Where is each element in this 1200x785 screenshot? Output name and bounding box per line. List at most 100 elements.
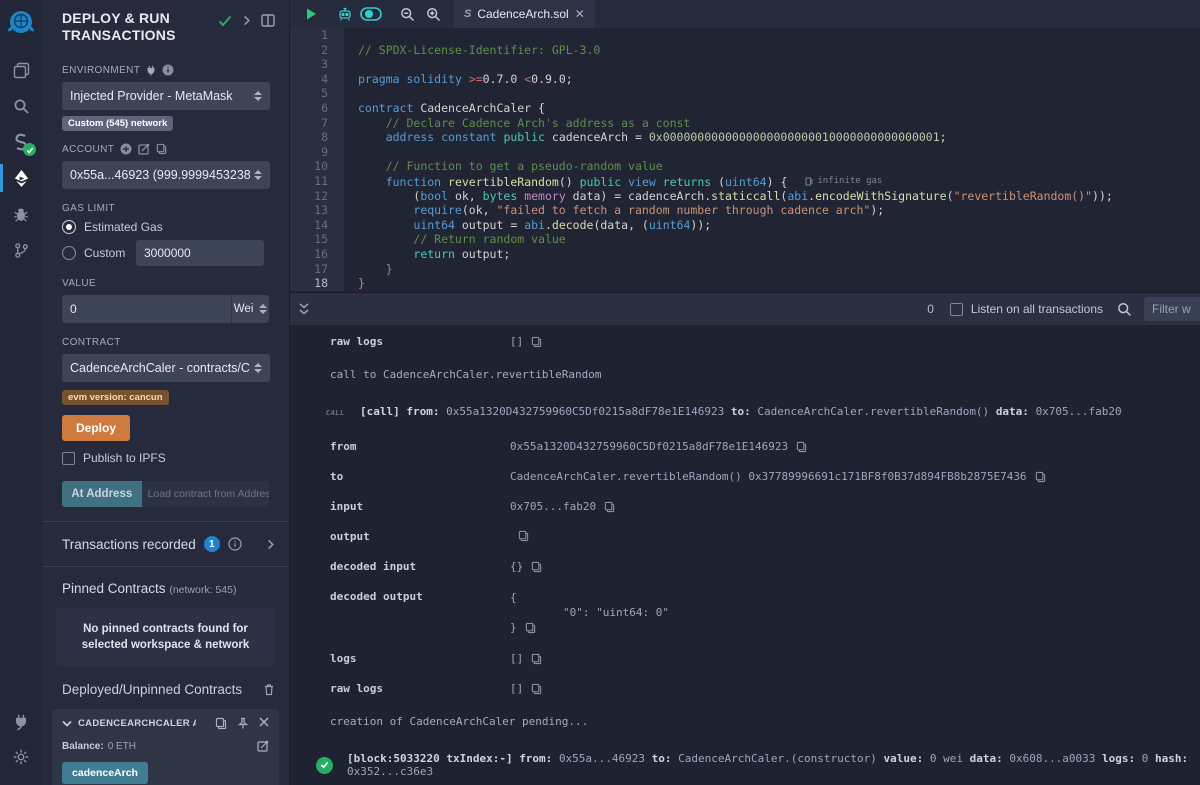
code-editor[interactable]: 12// SPDX-License-Identifier: GPL-3.034p… (290, 28, 1200, 292)
editor-line[interactable]: 11 function revertibleRandom() public vi… (290, 174, 1200, 189)
zoom-in-icon[interactable] (420, 0, 446, 28)
git-icon[interactable] (0, 232, 42, 268)
add-account-icon[interactable] (120, 143, 132, 155)
estimated-gas-option[interactable]: Estimated Gas (62, 220, 269, 234)
collapse-chevron-icon[interactable] (62, 720, 72, 727)
solidity-compiler-icon[interactable] (0, 124, 42, 160)
deploy-button[interactable]: Deploy (62, 415, 130, 441)
editor-line[interactable]: 9 (290, 145, 1200, 160)
copy-icon[interactable] (525, 622, 536, 634)
evm-version-badge: evm version: cancun (62, 390, 169, 405)
terminal-key: to (330, 470, 510, 483)
editor-line[interactable]: 10 // Function to get a pseudo-random va… (290, 159, 1200, 174)
copy-icon[interactable] (531, 561, 542, 573)
environment-value: Injected Provider - MetaMask (70, 89, 250, 103)
at-address-input[interactable]: Load contract from Addres (142, 481, 269, 507)
custom-gas-radio[interactable] (62, 246, 76, 260)
terminal-call-row[interactable]: CALL[call] from: 0x55a1320D432759960C5Df… (290, 405, 1200, 418)
sign-message-icon[interactable] (138, 143, 150, 155)
terminal-filter-input[interactable]: Filter w (1144, 297, 1200, 321)
editor-line[interactable]: 2// SPDX-License-Identifier: GPL-3.0 (290, 43, 1200, 58)
editor-line[interactable]: 17 } (290, 262, 1200, 277)
contract-select[interactable]: CadenceArchCaler - contracts/Cac (62, 354, 270, 382)
editor-line[interactable]: 13 require(ok, "failed to fetch a random… (290, 203, 1200, 218)
zoom-out-icon[interactable] (394, 0, 420, 28)
remove-contract-icon[interactable] (259, 717, 269, 730)
environment-info-icon[interactable] (162, 64, 174, 76)
search-icon[interactable] (0, 88, 42, 124)
publish-ipfs-option[interactable]: Publish to IPFS (62, 451, 269, 465)
editor-line[interactable]: 12 (bool ok, bytes memory data) = cadenc… (290, 189, 1200, 204)
chevron-updown-icon (259, 304, 267, 314)
listen-all-checkbox[interactable] (950, 303, 963, 316)
custom-gas-input[interactable]: 3000000 (136, 240, 264, 266)
copy-icon[interactable] (531, 336, 542, 348)
transactions-expand-icon[interactable] (266, 539, 275, 550)
estimated-gas-radio[interactable] (62, 220, 76, 234)
settings-gear-icon[interactable] (0, 739, 42, 775)
file-explorer-icon[interactable] (0, 52, 42, 88)
at-address-button[interactable]: At Address (62, 481, 142, 507)
editor-line[interactable]: 4pragma solidity >=0.7.0 <0.9.0; (290, 72, 1200, 87)
copy-icon[interactable] (531, 653, 542, 665)
editor-line[interactable]: 14 uint64 output = abi.decode(data, (uin… (290, 218, 1200, 233)
balance-label: Balance: (62, 741, 104, 752)
plug-icon[interactable] (146, 65, 156, 76)
cadencearch-function-button[interactable]: cadenceArch (62, 762, 148, 784)
editor-line[interactable]: 3 (290, 57, 1200, 72)
debugger-icon[interactable] (0, 196, 42, 232)
clear-deployed-icon[interactable] (263, 683, 275, 696)
gas-limit-label: GAS LIMIT (62, 203, 269, 214)
publish-ipfs-checkbox[interactable] (62, 452, 75, 465)
tab-close-icon[interactable]: ✕ (575, 7, 585, 21)
terminal-value: [] (510, 652, 542, 665)
editor-line[interactable]: 6contract CadenceArchCaler { (290, 101, 1200, 116)
line-number: 14 (290, 218, 344, 233)
copy-address-icon[interactable] (215, 717, 227, 730)
value-input[interactable]: 0 (62, 295, 231, 323)
infinite-gas-badge: infinite gas (805, 174, 882, 189)
call-summary: [call] from: 0x55a1320D432759960C5Df0215… (360, 405, 1122, 418)
editor-line[interactable]: 18} (290, 276, 1200, 291)
run-script-icon[interactable] (298, 0, 324, 28)
ai-copilot-toggle-icon[interactable] (358, 0, 384, 28)
collapse-terminal-icon[interactable] (298, 302, 310, 316)
transactions-info-icon[interactable] (228, 537, 242, 551)
terminal-search-icon[interactable] (1117, 302, 1132, 317)
copy-icon[interactable] (796, 441, 807, 453)
account-value: 0x55a...46923 (999.9999453238 (70, 168, 250, 182)
plugin-manager-icon[interactable] (0, 703, 42, 739)
terminal-kv-row: toCadenceArchCaler.revertibleRandom() 0x… (290, 470, 1200, 483)
editor-line[interactable]: 15 // Return random value (290, 232, 1200, 247)
account-select[interactable]: 0x55a...46923 (999.9999453238 (62, 161, 270, 189)
copy-icon[interactable] (604, 501, 615, 513)
environment-select[interactable]: Injected Provider - MetaMask (62, 82, 270, 110)
panel-layout-icon[interactable] (261, 14, 275, 27)
terminal-success-row[interactable]: [block:5033220 txIndex:-] from: 0x55a...… (290, 752, 1200, 778)
line-number: 11 (290, 174, 344, 189)
custom-gas-option[interactable]: Custom 3000000 (62, 240, 269, 266)
edit-balance-icon[interactable] (257, 740, 269, 752)
editor-line[interactable]: 1 (290, 28, 1200, 43)
tab-cadencearch-sol[interactable]: S CadenceArch.sol ✕ (454, 0, 595, 28)
copy-icon[interactable] (1035, 471, 1046, 483)
copy-icon[interactable] (518, 530, 529, 542)
environment-label: ENVIRONMENT (62, 65, 140, 76)
line-number: 10 (290, 159, 344, 174)
editor-line[interactable]: 7 // Declare Cadence Arch's address as a… (290, 116, 1200, 131)
editor-line[interactable]: 8 address constant public cadenceArch = … (290, 130, 1200, 145)
deploy-and-run-icon[interactable] (0, 160, 42, 196)
panel-expand-icon[interactable] (242, 15, 251, 26)
copy-icon[interactable] (531, 683, 542, 695)
line-number: 4 (290, 72, 344, 87)
pin-contract-icon[interactable] (237, 717, 249, 730)
line-number: 18 (290, 276, 344, 291)
editor-line[interactable]: 5 (290, 86, 1200, 101)
activity-bar (0, 0, 42, 785)
value-unit-select[interactable]: Wei (231, 295, 269, 323)
copy-account-icon[interactable] (156, 143, 167, 155)
code-line: // Return random value (344, 232, 566, 247)
remix-ai-robot-icon[interactable] (332, 0, 358, 28)
editor-line[interactable]: 16 return output; (290, 247, 1200, 262)
remix-logo-icon[interactable] (6, 8, 36, 38)
